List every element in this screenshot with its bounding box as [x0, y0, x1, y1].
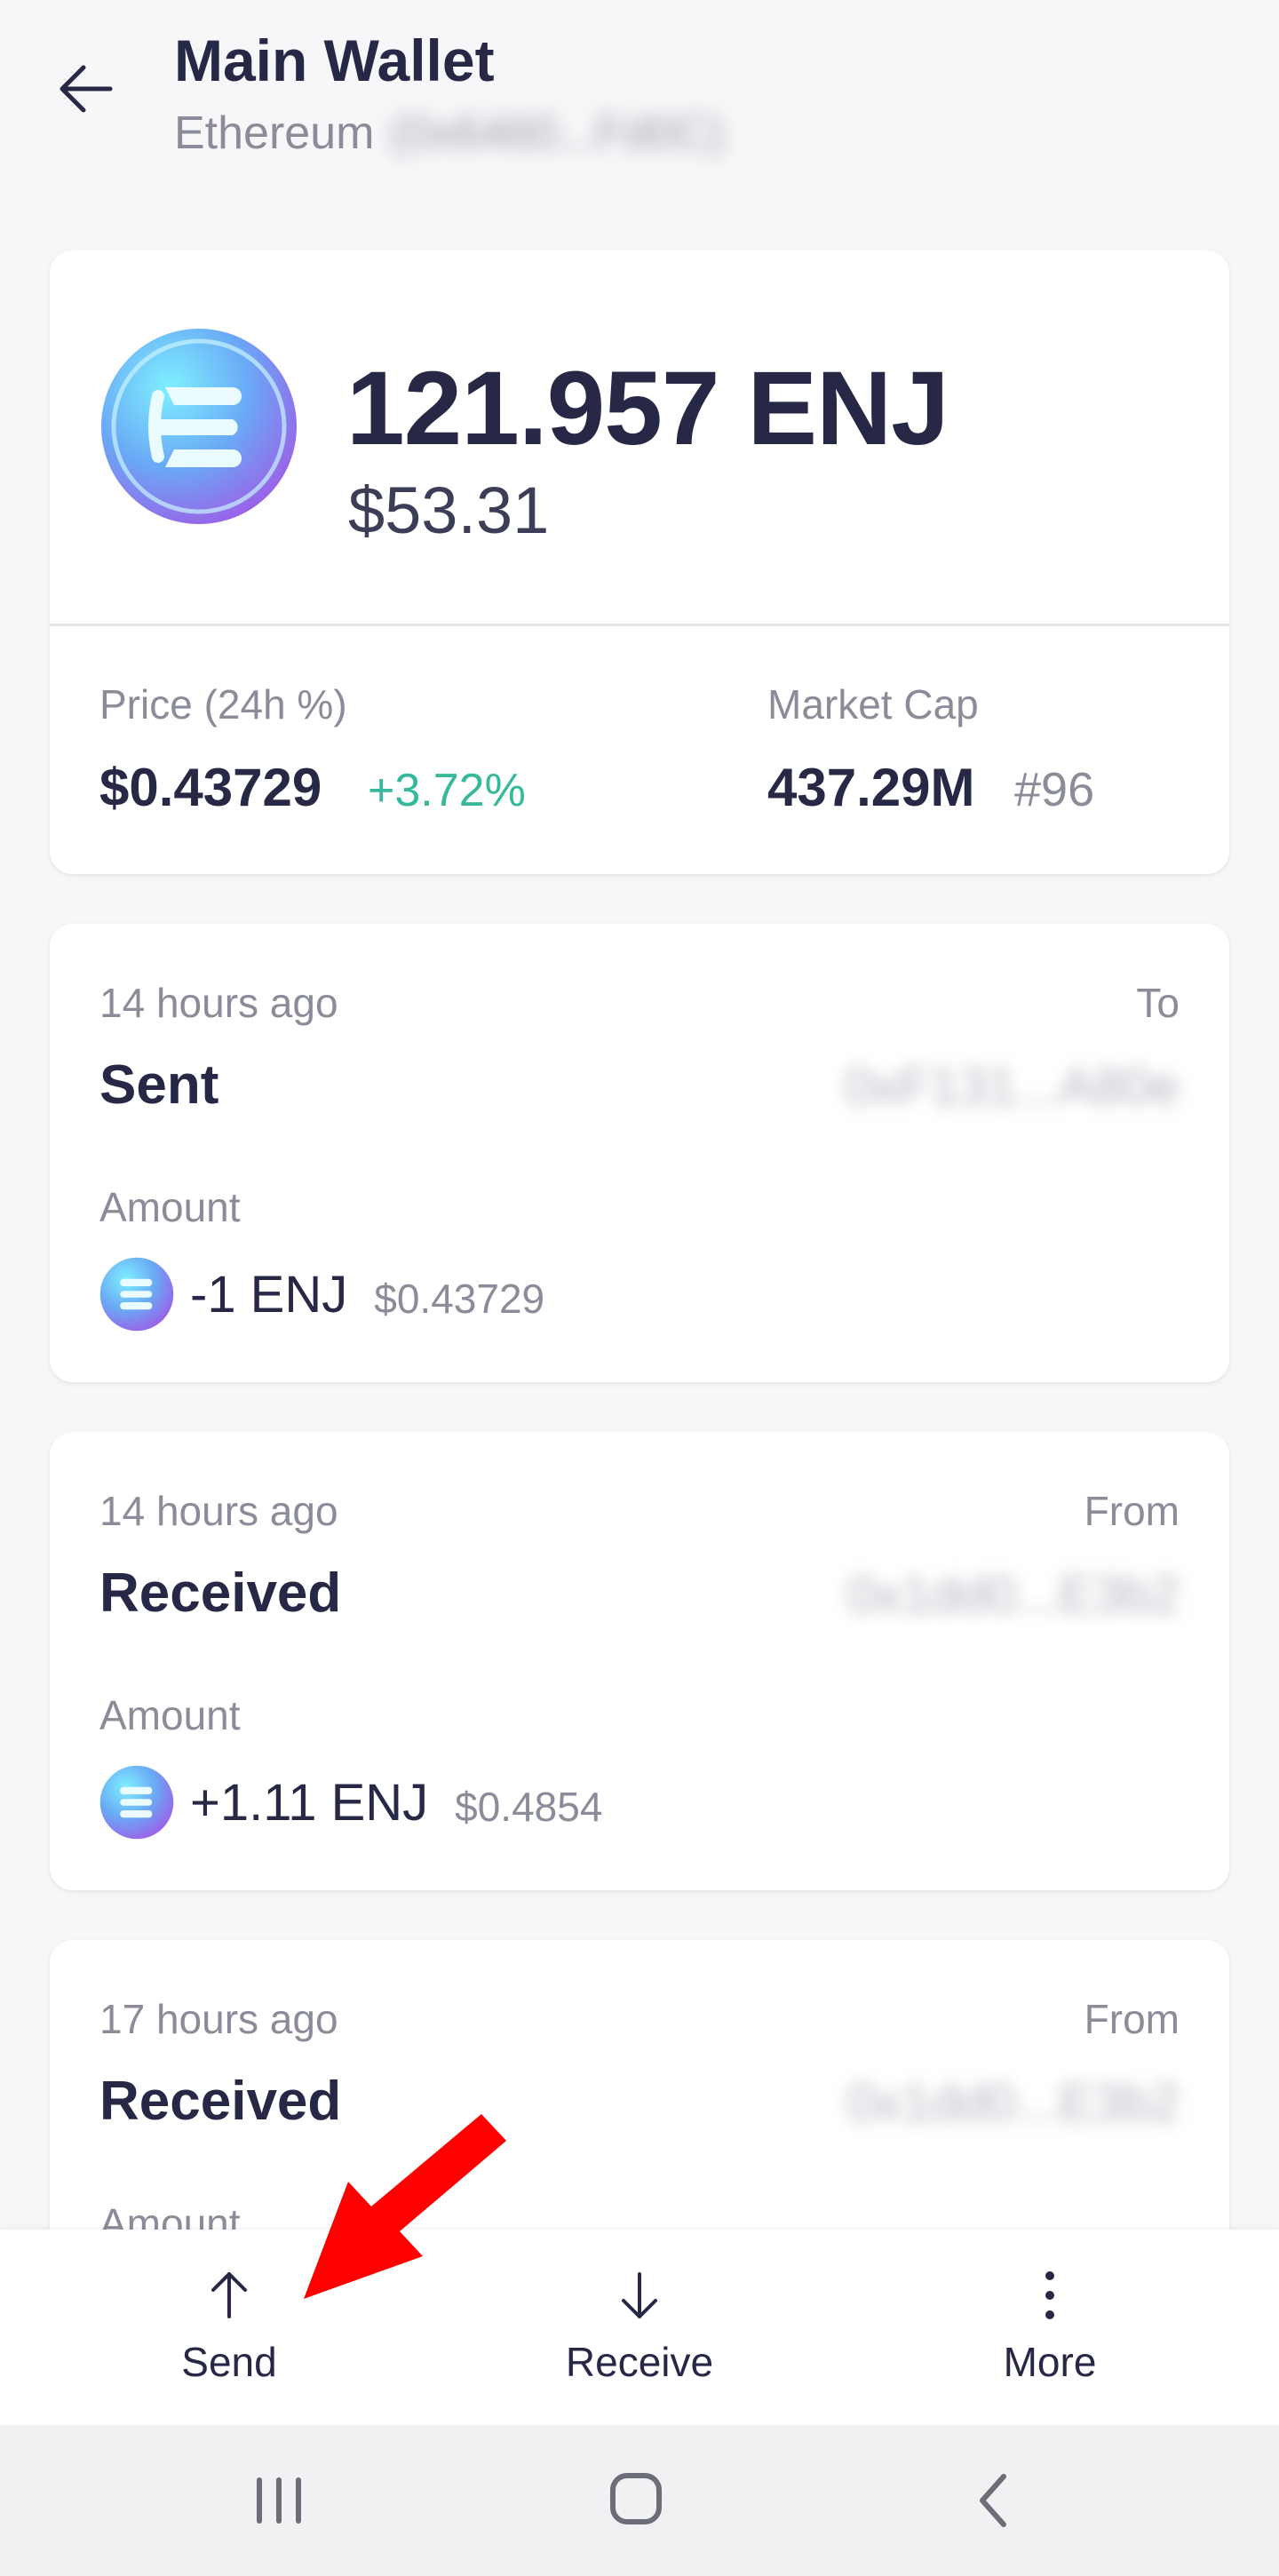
tx-direction-label: From [1084, 1488, 1180, 1534]
back-button[interactable] [52, 53, 123, 124]
price-value: $0.43729 [99, 758, 322, 817]
enjin-logo-icon [99, 1257, 174, 1332]
tx-amount-label: Amount [99, 1692, 241, 1738]
enjin-logo-icon [99, 1765, 174, 1840]
market-cap-label: Market Cap [767, 681, 979, 727]
arrow-left-icon [60, 65, 113, 113]
market-cap-value: 437.29M [767, 758, 975, 817]
wallet-address[interactable]: (0x6460...Fd0C) [390, 107, 724, 160]
transaction-card[interactable]: 14 hours ago To Sent 0xF131...A80e Amoun… [50, 924, 1229, 1382]
home-icon [610, 2473, 662, 2524]
wallet-screen: Main Wallet Ethereum (0x6460...Fd0C) 121… [0, 0, 1279, 2576]
divider [50, 624, 1229, 626]
tx-address: 0xF131...A80e [844, 1058, 1180, 1116]
market-cap-rank: #96 [1014, 763, 1095, 816]
tx-type: Sent [99, 1054, 219, 1116]
vertical-dots-icon [1045, 2271, 1054, 2319]
tx-time: 17 hours ago [99, 1996, 338, 2042]
send-button[interactable]: Send [96, 2230, 362, 2425]
header: Main Wallet Ethereum (0x6460...Fd0C) [0, 0, 1279, 213]
more-label: More [1003, 2339, 1097, 2385]
tx-time: 14 hours ago [99, 980, 338, 1026]
tx-time: 14 hours ago [99, 1488, 338, 1534]
arrow-up-icon [211, 2272, 247, 2318]
balance-fiat: $53.31 [348, 473, 550, 547]
tx-amount: +1.11 ENJ [190, 1773, 429, 1832]
receive-label: Receive [565, 2339, 714, 2385]
enjin-logo-icon [101, 329, 297, 524]
receive-button[interactable]: Receive [506, 2230, 773, 2425]
send-label: Send [181, 2339, 277, 2385]
tx-type: Received [99, 2071, 342, 2132]
action-bar: Send Receive More [0, 2230, 1279, 2425]
tx-direction-label: To [1136, 980, 1180, 1026]
recent-apps-icon [257, 2477, 301, 2524]
tx-address: 0x1dd0...E3b2 [846, 2074, 1180, 2132]
tx-amount-row: -1 ENJ $0.43729 [99, 1254, 544, 1334]
tx-fiat: $0.43729 [374, 1276, 545, 1322]
wallet-subtitle: Ethereum (0x6460...Fd0C) [174, 107, 724, 160]
recent-apps-button[interactable] [234, 2461, 323, 2540]
system-back-button[interactable] [949, 2461, 1037, 2540]
tx-amount-row: +1.11 ENJ $0.4854 [99, 1762, 602, 1842]
tx-direction-label: From [1084, 1996, 1180, 2042]
network-label: Ethereum [174, 107, 375, 159]
tx-amount: -1 ENJ [190, 1265, 348, 1324]
price-label: Price (24h %) [99, 681, 347, 727]
transaction-card[interactable]: 14 hours ago From Received 0x1dd0...E3b2… [50, 1432, 1229, 1890]
price-change: +3.72% [368, 765, 526, 816]
home-button[interactable] [592, 2461, 680, 2540]
page-title: Main Wallet [174, 28, 495, 93]
more-button[interactable]: More [917, 2230, 1183, 2425]
tx-type: Received [99, 1562, 342, 1624]
balance-card: 121.957 ENJ $53.31 Price (24h %) $0.4372… [50, 250, 1229, 874]
tx-amount-label: Amount [99, 1184, 241, 1230]
system-nav-bar [0, 2425, 1279, 2576]
chevron-left-icon [980, 2474, 1006, 2527]
tx-address: 0x1dd0...E3b2 [846, 1566, 1180, 1624]
balance-amount: 121.957 ENJ [346, 350, 949, 467]
arrow-down-icon [622, 2272, 657, 2318]
tx-fiat: $0.4854 [455, 1784, 603, 1830]
